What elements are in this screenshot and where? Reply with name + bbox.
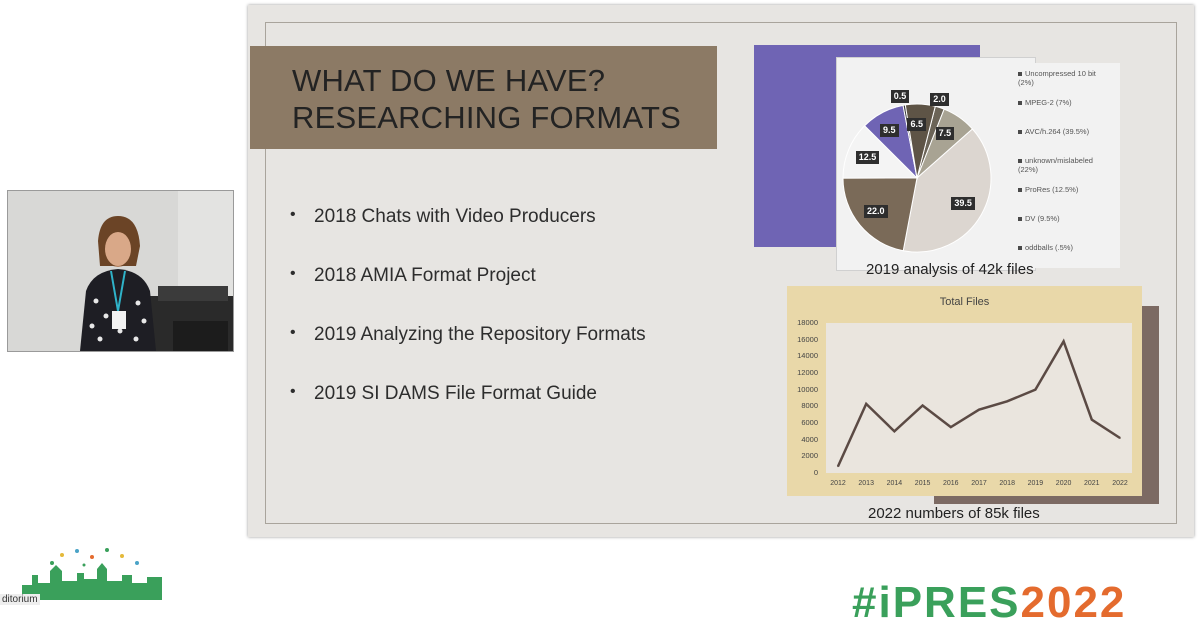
bullet-dot-icon: • [290, 206, 296, 223]
pie-data-label: 2.0 [930, 92, 949, 106]
bullet-dot-icon: • [290, 265, 296, 282]
x-tick-label: 2021 [1084, 480, 1100, 487]
x-tick-label: 2016 [943, 480, 959, 487]
y-tick-label: 2000 [801, 451, 818, 461]
pie-data-label: 12.5 [855, 150, 880, 164]
conference-skyline-logo [22, 548, 162, 600]
x-tick-label: 2015 [914, 480, 931, 487]
x-tick-label: 2019 [1027, 480, 1044, 487]
line-chart-title: Total Files [939, 296, 990, 308]
x-tick-label: 2012 [830, 480, 846, 487]
y-tick-label: 16000 [797, 334, 818, 344]
legend-swatch-icon [1018, 101, 1022, 106]
pie-caption: 2019 analysis of 42k files [866, 261, 1034, 278]
x-tick-label: 2018 [999, 480, 1015, 487]
line-series [836, 338, 1121, 467]
pie-legend-item: unknown/mislabeled (22%) [1018, 156, 1113, 174]
bullet-text: 2019 SI DAMS File Format Guide [314, 383, 597, 404]
y-tick-label: 6000 [801, 418, 818, 427]
speaker-video-image [8, 191, 233, 351]
legend-swatch-icon [1018, 217, 1022, 222]
line-point [1034, 388, 1037, 391]
pie-legend-label: unknown/mislabeled (22%) [1018, 156, 1093, 174]
y-tick-label: 8000 [801, 401, 818, 411]
pie-data-label: 0.5 [890, 90, 910, 104]
pie-data-label: 22.0 [863, 205, 888, 219]
pie-legend-label: DV (9.5%) [1025, 214, 1060, 223]
y-tick-label: 14000 [797, 351, 818, 361]
pie-legend-item: Uncompressed 10 bit (2%) [1018, 69, 1113, 87]
y-tick-label: 18000 [797, 318, 818, 327]
bullet-item: • 2019 SI DAMS File Format Guide [290, 383, 646, 442]
x-tick-label: 2014 [886, 480, 903, 487]
pie-legend-item: AVC/h.264 (39.5%) [1018, 127, 1113, 136]
legend-swatch-icon [1018, 188, 1022, 193]
pie-legend-item: oddballs (.5%) [1018, 243, 1113, 252]
bullet-text: 2019 Analyzing the Repository Formats [314, 324, 646, 345]
conference-logo-prefix: #iPRES [852, 578, 1021, 627]
line-chart [836, 338, 1121, 468]
legend-swatch-icon [1018, 130, 1022, 135]
legend-swatch-icon [1018, 246, 1022, 251]
legend-swatch-icon [1018, 72, 1022, 77]
pie-legend-label: ProRes (12.5%) [1025, 185, 1079, 194]
speaker-video [7, 190, 234, 352]
slide-title-line-1: WHAT DO WE HAVE? [292, 63, 606, 98]
y-tick-label: 12000 [797, 368, 818, 377]
pie-legend: Uncompressed 10 bit (2%) MPEG-2 (7%) AVC/h… [1010, 63, 1120, 268]
line-point [978, 408, 980, 411]
y-tick-label: 0 [813, 468, 818, 477]
pie-legend-label: MPEG-2 (7%) [1025, 98, 1072, 107]
pie-legend-item: ProRes (12.5%) [1018, 185, 1113, 194]
line-point [1091, 418, 1093, 421]
line-chart-plot-area [826, 323, 1132, 473]
pie-data-label: 6.5 [907, 117, 926, 131]
slide-title: WHAT DO WE HAVE? RESEARCHING FORMATS [292, 62, 681, 136]
conference-logo-year: 2022 [1020, 578, 1127, 627]
pie-chart-card: 2.0 7.5 39.5 22.0 12.5 9.5 0.5 6.5 [836, 57, 1036, 271]
pie-legend-label: AVC/h.264 (39.5%) [1025, 127, 1090, 136]
legend-swatch-icon [1018, 159, 1022, 164]
x-tick-label: 2020 [1055, 480, 1072, 487]
line-point [837, 465, 839, 468]
bullet-item: • 2018 Chats with Video Producers [290, 206, 646, 265]
conference-logo: #iPRES2022 [852, 578, 1126, 628]
bullet-dot-icon: • [290, 324, 296, 341]
line-chart-caption: 2022 numbers of 85k files [868, 505, 1040, 522]
pie-legend-label: oddballs (.5%) [1025, 243, 1073, 252]
bullet-item: • 2018 AMIA Format Project [290, 265, 646, 324]
pie-legend-item: DV (9.5%) [1018, 214, 1113, 223]
line-point [950, 426, 952, 428]
bullet-list: • 2018 Chats with Video Producers • 2018 A… [290, 206, 646, 442]
bullet-item: • 2019 Analyzing the Repository Formats [290, 324, 646, 383]
room-label: ditorium [0, 594, 40, 605]
slide-title-line-2: RESEARCHING FORMATS [292, 100, 682, 135]
x-tick-label: 2013 [858, 480, 874, 487]
line-point [1006, 400, 1008, 403]
line-point [1062, 340, 1065, 343]
pie-data-label: 7.5 [935, 127, 955, 141]
bullet-dot-icon: • [290, 383, 296, 400]
pie-chart [842, 103, 992, 253]
y-tick-label: 10000 [797, 384, 818, 394]
pie-legend-item: MPEG-2 (7%) [1018, 98, 1113, 107]
bullet-text: 2018 AMIA Format Project [314, 265, 536, 286]
x-tick-label: 2022 [1112, 480, 1128, 487]
line-point [1119, 437, 1121, 439]
bullet-text: 2018 Chats with Video Producers [314, 206, 596, 227]
y-tick-label: 4000 [801, 434, 818, 444]
pie-data-label: 9.5 [880, 123, 899, 137]
x-tick-label: 2017 [971, 480, 987, 487]
line-point [865, 403, 867, 405]
line-point [893, 430, 896, 433]
pie-legend-label: Uncompressed 10 bit (2%) [1018, 69, 1096, 87]
pie-data-label: 39.5 [951, 197, 975, 211]
line-point [921, 404, 924, 407]
